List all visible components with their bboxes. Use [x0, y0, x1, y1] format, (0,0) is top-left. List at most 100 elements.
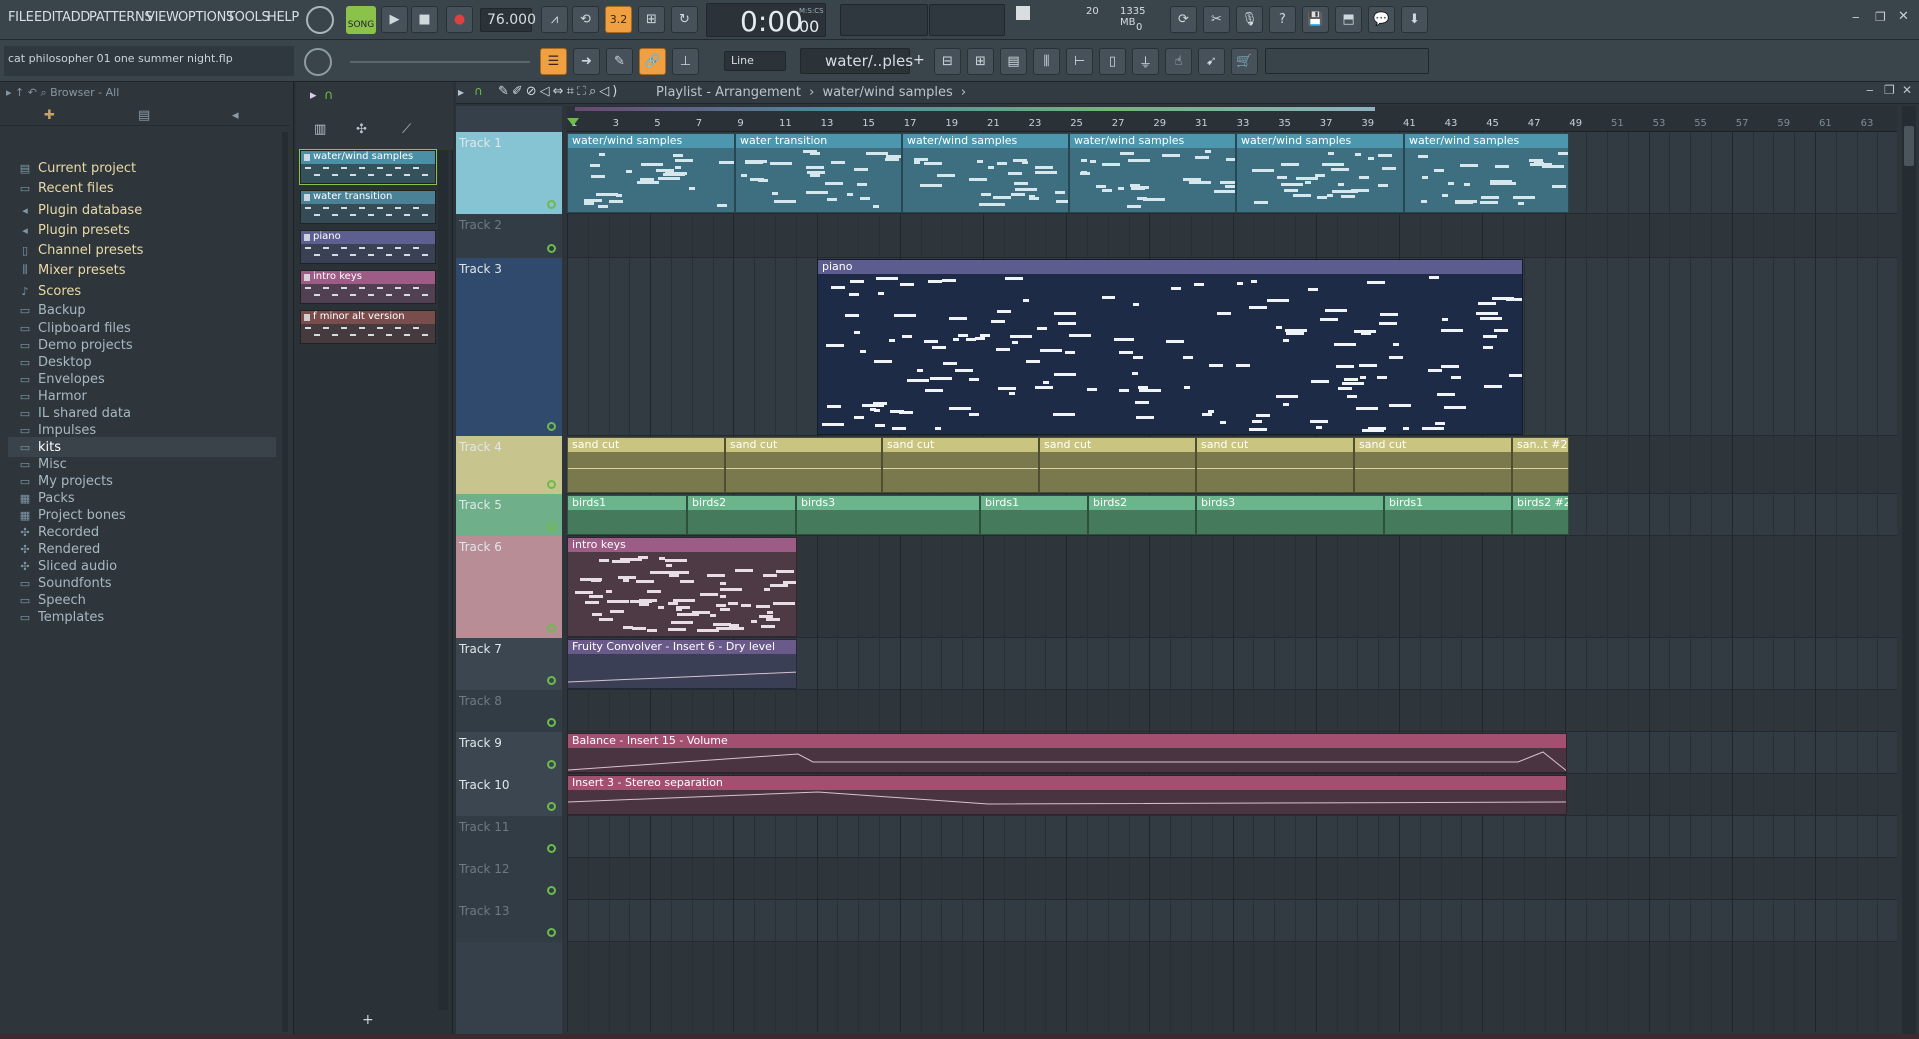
- piano-roll-tool-button[interactable]: ✎: [606, 48, 633, 75]
- tools-button[interactable]: ➹: [1198, 48, 1225, 75]
- clip-birds-1[interactable]: birds2: [687, 495, 796, 535]
- plugin-db-button[interactable]: ⏚: [1132, 48, 1159, 75]
- track-mute-led[interactable]: [547, 480, 556, 489]
- picker-pattern-icon[interactable]: ▥: [314, 122, 326, 137]
- menu-view[interactable]: VIEW: [146, 10, 179, 25]
- track-header-10[interactable]: Track 10: [456, 774, 562, 816]
- clip-stereo-automation[interactable]: Insert 3 - Stereo separation: [567, 775, 1567, 815]
- timeline-ruler[interactable]: 1 3 5 7 9 11 13 15 17 19 21 23 25 27 29 31 33 35 37 39 41 43 4…: [567, 106, 1897, 132]
- news-ticker[interactable]: [1265, 48, 1429, 74]
- clip-sand-cut-0[interactable]: sand cut: [567, 437, 725, 493]
- snap-mode-select[interactable]: Line: [724, 51, 786, 71]
- maximize-window-button[interactable]: ❐: [1875, 10, 1886, 24]
- shop-button[interactable]: 🛒: [1231, 48, 1258, 75]
- menu-add[interactable]: ADD: [62, 10, 90, 25]
- track-mute-led[interactable]: [547, 886, 556, 895]
- track-mute-led[interactable]: [547, 928, 556, 937]
- track-mute-led[interactable]: [547, 802, 556, 811]
- countdown-button[interactable]: 3.2: [605, 6, 632, 33]
- track-header-6[interactable]: Track 6: [456, 536, 562, 638]
- picker-pattern-1[interactable]: water transition: [300, 190, 436, 224]
- add-pattern-button[interactable]: +: [913, 52, 925, 68]
- menu-help[interactable]: HELP: [267, 10, 299, 25]
- chat-button[interactable]: 💬: [1368, 6, 1395, 33]
- loop-record-button[interactable]: ↻: [671, 6, 698, 33]
- playlist-close-button[interactable]: ✕: [1902, 83, 1912, 97]
- clip-convolver-automation[interactable]: Fruity Convolver - Insert 6 - Dry level: [567, 639, 797, 689]
- browser-scrollbar[interactable]: [282, 132, 288, 1032]
- browser-tab-plugins-icon[interactable]: ◂: [232, 108, 239, 123]
- clip-water-0[interactable]: water/wind samples: [567, 133, 735, 213]
- browser-button[interactable]: ⊢: [1066, 48, 1093, 75]
- record-button[interactable]: ●: [446, 6, 473, 33]
- record-audio-button[interactable]: 🎙: [1236, 6, 1263, 33]
- clip-sand-cut-2[interactable]: sand cut: [882, 437, 1039, 493]
- menu-tools[interactable]: TOOLS: [227, 10, 270, 25]
- piano-roll-button[interactable]: ▤: [1000, 48, 1027, 75]
- track-mute-led[interactable]: [547, 422, 556, 431]
- clip-water-2[interactable]: water/wind samples: [902, 133, 1069, 213]
- clip-water-5[interactable]: water/wind samples: [1404, 133, 1569, 213]
- save-button[interactable]: 💾: [1302, 6, 1329, 33]
- touch-controller-button[interactable]: ☝: [1165, 48, 1192, 75]
- track-mute-led[interactable]: [547, 200, 556, 209]
- track-header-13[interactable]: Track 13: [456, 900, 562, 942]
- menu-patterns[interactable]: PATTERNS: [89, 10, 153, 25]
- playlist-tool-icons[interactable]: ✎✐⊘◁⇔⌗⛶⌕◁): [498, 84, 620, 99]
- track-header-12[interactable]: Track 12: [456, 858, 562, 900]
- clip-sand-cut-4[interactable]: sand cut: [1196, 437, 1354, 493]
- browser-item-plugin-database[interactable]: ◂ Plugin database: [18, 200, 142, 220]
- play-button[interactable]: ▶: [381, 6, 408, 33]
- clip-balance-automation[interactable]: Balance - Insert 15 - Volume: [567, 733, 1567, 773]
- playlist-arrow-icon[interactable]: ▸: [458, 85, 464, 99]
- browser-item-mixer-presets[interactable]: ⫼ Mixer presets: [18, 260, 125, 280]
- browser-nav-icons[interactable]: ▸ ↑ ↶ ⌕: [6, 86, 50, 99]
- clip-water-1[interactable]: water transition: [735, 133, 902, 213]
- browser-item-backup[interactable]: ▭ Backup: [18, 300, 86, 320]
- playlist-magnet-icon[interactable]: ∩: [474, 84, 483, 98]
- mixer-button[interactable]: ⫼: [1033, 48, 1060, 75]
- playlist-minimize-button[interactable]: ‒: [1866, 83, 1874, 97]
- track-header-7[interactable]: Track 7: [456, 638, 562, 690]
- browser-tab-all-icon[interactable]: ✚: [44, 108, 55, 123]
- clip-intro-keys[interactable]: intro keys: [567, 537, 797, 637]
- master-pitch-knob[interactable]: [304, 48, 332, 76]
- track-header-1[interactable]: Track 1: [456, 132, 562, 214]
- close-window-button[interactable]: ✕: [1898, 9, 1909, 24]
- menu-options[interactable]: OPTIONS: [178, 10, 234, 25]
- master-volume-knob[interactable]: [306, 6, 334, 34]
- track-mute-led[interactable]: [547, 676, 556, 685]
- browser-item-templates[interactable]: ▭ Templates: [18, 607, 104, 627]
- clip-birds-0[interactable]: birds1: [567, 495, 687, 535]
- clip-water-4[interactable]: water/wind samples: [1236, 133, 1404, 213]
- clip-birds-2[interactable]: birds3: [796, 495, 980, 535]
- track-header-3[interactable]: Track 3: [456, 258, 562, 436]
- track-mute-led[interactable]: [547, 522, 556, 531]
- clip-birds-7[interactable]: birds2 #2: [1512, 495, 1569, 535]
- track-mute-led[interactable]: [547, 844, 556, 853]
- overview-strip[interactable]: [575, 107, 1375, 111]
- download-button[interactable]: ⬇: [1401, 6, 1428, 33]
- link-button[interactable]: 🔗: [639, 48, 666, 75]
- clip-water-3[interactable]: water/wind samples: [1069, 133, 1236, 213]
- undo-history-button[interactable]: ⟳: [1170, 6, 1197, 33]
- clip-sand-cut-5[interactable]: sand cut: [1354, 437, 1512, 493]
- breadcrumb-pattern[interactable]: water/wind samples: [822, 85, 952, 100]
- clip-birds-6[interactable]: birds1: [1384, 495, 1512, 535]
- playlist-view-button[interactable]: ☰: [540, 48, 567, 75]
- track-mute-led[interactable]: [547, 244, 556, 253]
- playlist-vertical-scrollbar[interactable]: [1902, 106, 1916, 1039]
- clip-sand-cut-6[interactable]: san..t #2: [1512, 437, 1569, 493]
- mixer-view-button[interactable]: ⊟: [934, 48, 961, 75]
- channel-rack-button[interactable]: ⊞: [967, 48, 994, 75]
- track-header-4[interactable]: Track 4: [456, 436, 562, 494]
- picker-scrollbar[interactable]: [438, 150, 448, 1010]
- track-header-9[interactable]: Track 9: [456, 732, 562, 774]
- track-header-8[interactable]: Track 8: [456, 690, 562, 732]
- clip-piano[interactable]: piano: [817, 259, 1523, 435]
- song-mode-toggle[interactable]: SONG: [346, 6, 376, 34]
- magnet-icon[interactable]: ∩: [324, 88, 334, 103]
- picker-pattern-2[interactable]: piano: [300, 230, 436, 264]
- picker-arrow-icon[interactable]: ▸: [310, 88, 317, 103]
- render-button[interactable]: ⬒: [1335, 6, 1362, 33]
